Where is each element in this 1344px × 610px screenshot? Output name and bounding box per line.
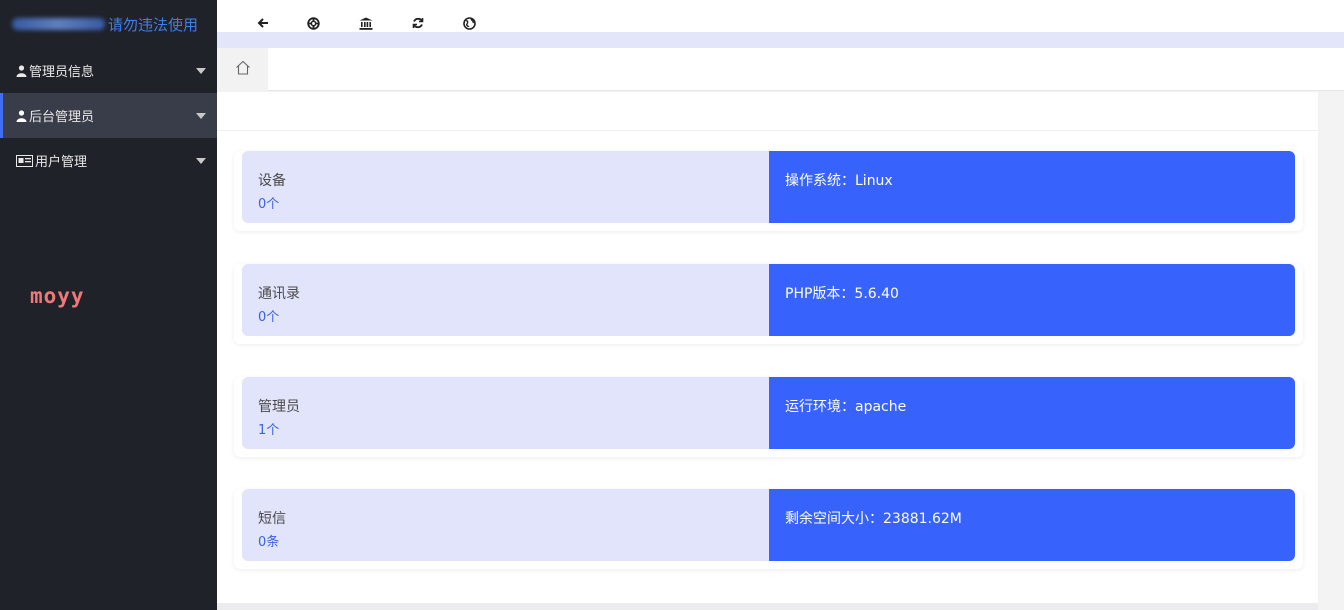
stat-count: 0个 [258,310,280,325]
main-content: 设备 0个 操作系统：Linux 通讯录 0个 PHP版本：5.6.40 管理员… [217,92,1318,603]
id-card-icon [16,154,33,167]
stat-card-devices: 设备 0个 操作系统：Linux [234,151,1303,231]
brand: 请勿违法使用 [0,0,217,48]
stat-count: 0条 [258,535,280,550]
user-icon [16,64,27,77]
sidebar-item-label: 后台管理员 [29,110,95,125]
brand-text: 请勿违法使用 [108,15,199,34]
brand-blurred-logo [12,18,105,30]
stat-info: 操作系统：Linux [769,151,1295,223]
stat-info: 剩余空间大小：23881.62M [769,489,1295,561]
stat-info: PHP版本：5.6.40 [769,264,1295,336]
stat-title: 设备 [258,173,286,189]
stat-card-left: 设备 0个 [242,151,769,223]
top-toolbar [217,0,1344,48]
watermark-text: moyy [30,284,85,308]
bank-icon[interactable] [357,14,375,32]
stat-title: 管理员 [258,399,300,415]
toolbar-strip [217,32,1344,48]
sidebar-item-user-management[interactable]: 用户管理 [0,138,217,183]
back-arrow-icon[interactable] [254,14,272,32]
sidebar-item-admin-info[interactable]: 管理员信息 [0,48,217,93]
stat-card-admins: 管理员 1个 运行环境：apache [234,377,1303,457]
stat-card-left: 管理员 1个 [242,377,769,449]
caret-down-icon [196,113,206,119]
stat-card-left: 通讯录 0个 [242,264,769,336]
user-icon [16,109,27,122]
home-icon [235,60,251,79]
stat-info: 运行环境：apache [769,377,1295,449]
caret-down-icon [196,158,206,164]
sidebar: 请勿违法使用 管理员信息 后台管理员 用户管理 moyy [0,0,217,610]
stat-card-contacts: 通讯录 0个 PHP版本：5.6.40 [234,264,1303,344]
stat-card-sms: 短信 0条 剩余空间大小：23881.62M [234,489,1303,569]
life-ring-icon[interactable] [304,14,322,32]
sidebar-item-backend-admin[interactable]: 后台管理员 [0,93,217,138]
stat-card-left: 短信 0条 [242,489,769,561]
stat-count: 1个 [258,423,280,438]
stat-title: 短信 [258,511,286,527]
content-header [217,92,1318,131]
scrollbar-track[interactable] [1318,92,1344,610]
stat-count: 0个 [258,197,280,212]
globe-icon[interactable] [460,14,478,32]
tab-home[interactable] [217,48,268,91]
footer-strip [217,603,1318,610]
tab-bar [217,48,1344,91]
caret-down-icon [196,68,206,74]
sidebar-item-label: 用户管理 [35,155,88,170]
stat-title: 通讯录 [258,286,300,302]
sidebar-item-label: 管理员信息 [29,65,95,80]
refresh-icon[interactable] [409,14,427,32]
